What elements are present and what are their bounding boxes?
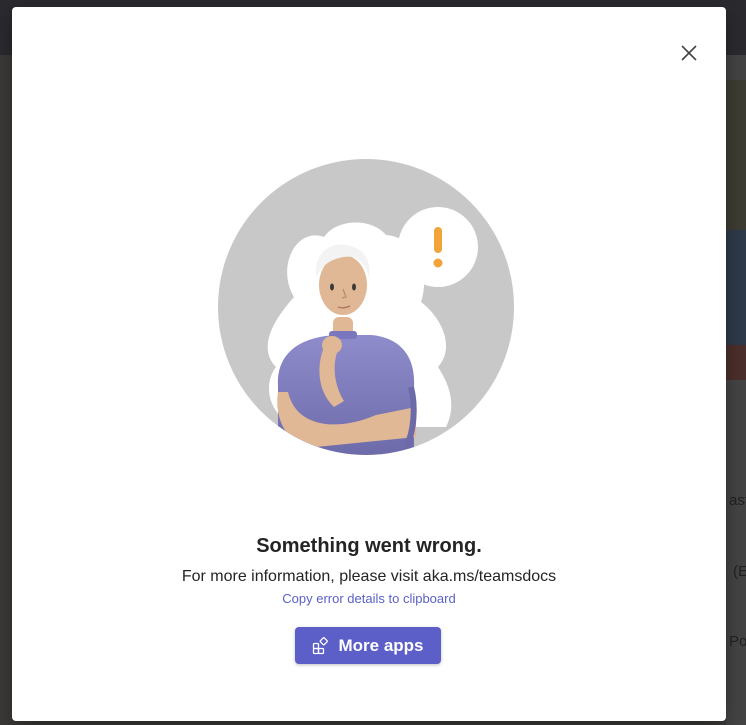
background-text: (E — [733, 563, 746, 580]
app-card-edge-3 — [726, 345, 746, 380]
copy-error-details-link[interactable]: Copy error details to clipboard — [12, 591, 726, 606]
close-icon — [681, 45, 697, 61]
close-button[interactable] — [676, 40, 702, 66]
exclamation-icon — [434, 227, 442, 253]
background-text: ast — [729, 492, 746, 509]
info-text: For more information, please visit aka.m… — [181, 568, 557, 585]
background-text: Po — [729, 633, 746, 650]
more-apps-label: More apps — [338, 635, 424, 655]
more-apps-button[interactable]: More apps — [295, 627, 441, 664]
error-dialog: Something went wrong. For more informati… — [12, 7, 726, 721]
apps-add-icon — [312, 636, 330, 655]
app-card-edge-2 — [726, 230, 746, 345]
app-card-edge — [726, 80, 746, 230]
error-title: Something went wrong. — [256, 535, 482, 557]
error-illustration — [218, 159, 514, 455]
